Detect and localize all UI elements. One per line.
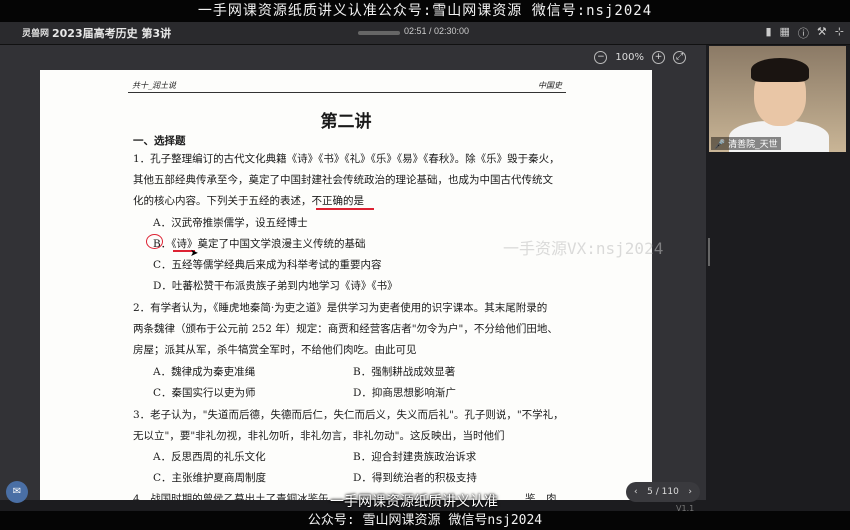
- fit-page-icon[interactable]: ⤢: [673, 51, 686, 64]
- section-heading: 一、选择题: [133, 135, 186, 147]
- window-controls: ▮ ▦ ⓘ ⚒ ⊹: [765, 25, 844, 41]
- watermark-text: 一手资源VX:nsj2024: [503, 239, 664, 258]
- title-bar: 灵兽网 2023届高考历史 第3讲 02:51 / 02:30:00 ▮ ▦ ⓘ…: [0, 22, 850, 45]
- zoom-level: 100%: [615, 52, 644, 63]
- prev-page-icon[interactable]: ‹: [634, 487, 638, 497]
- option-line: A．魏律成为秦吏准绳: [153, 366, 256, 378]
- camera-name-label: 🎤 清善院_天世: [711, 137, 781, 150]
- option-line: B．《诗》奠定了中国文学浪漫主义传统的基础: [153, 238, 366, 250]
- course-title: 2023届高考历史 第3讲: [52, 27, 172, 40]
- teacher-camera: 🎤 清善院_天世: [709, 46, 846, 152]
- mouse-cursor-icon: ➤: [190, 248, 199, 259]
- playback-progress[interactable]: [358, 31, 400, 35]
- zoom-in-icon[interactable]: +: [652, 51, 665, 64]
- tool-icon[interactable]: ⚒: [817, 25, 827, 41]
- right-sidebar: [706, 152, 850, 500]
- signal-icon: ▮: [765, 25, 772, 38]
- option-line: C．秦国实行以吏为师: [153, 387, 256, 399]
- question-line-tail: 鉴，肉: [525, 493, 557, 500]
- camera-name: 清善院_天世: [728, 140, 778, 150]
- question-line: 2．有学者认为，《睡虎地秦简·为吏之道》是供学习为吏者使用的识字课本。其末尾附录…: [133, 302, 548, 314]
- lecture-title: 第二讲: [320, 112, 372, 132]
- option-line: D．抑商思想影响渐广: [353, 387, 456, 399]
- page-header: 共十_润土说 中国史: [128, 78, 566, 93]
- next-page-icon[interactable]: ›: [688, 487, 692, 497]
- current-page: 5: [647, 487, 653, 497]
- page-header-left: 共十_润土说: [132, 81, 176, 90]
- option-line: A．汉武帝推崇儒学，设五经博士: [153, 217, 308, 229]
- page-indicator: 5 / 110: [647, 487, 679, 497]
- pin-icon[interactable]: ⊹: [835, 25, 844, 41]
- page-navigator: ‹ 5 / 110 ›: [626, 482, 700, 502]
- option-line: B．迎合封建贵族政治诉求: [353, 451, 477, 463]
- circle-annotation: [146, 234, 163, 249]
- option-line: A．反思西周的礼乐文化: [153, 451, 266, 463]
- document-page: 共十_润土说 中国史 第二讲 一、选择题 1．孔子整理编订的古代文化典籍《诗》《…: [40, 70, 652, 500]
- question-line: 两条魏律（颁布于公元前 252 年）规定：商贾和经营客店者"勿令为户"，不分给他…: [133, 323, 558, 335]
- question-line: 1．孔子整理编订的古代文化典籍《诗》《书》《礼》《乐》《易》《春秋》。除《乐》毁…: [133, 153, 560, 165]
- question-line: 其他五部经典传承至今，奠定了中国封建社会传统政治的理论基础，也成为中国古代传统文: [133, 174, 553, 186]
- option-line: B．强制耕战成效显著: [353, 366, 456, 378]
- zoom-out-icon[interactable]: −: [594, 51, 608, 64]
- chat-icon[interactable]: ✉: [6, 481, 28, 503]
- question-line: 化的核心内容。下列关于五经的表述，不正确的是: [133, 195, 364, 207]
- camera-figure-hair: [751, 58, 809, 82]
- grid-icon[interactable]: ▦: [780, 25, 790, 41]
- bottom-banner: 公众号: 雪山网课资源 微信号nsj2024: [0, 511, 850, 530]
- option-line: C．主张维护夏商周制度: [153, 472, 267, 484]
- top-banner: 一手网课资源纸质讲义认准公众号:雪山网课资源 微信号:nsj2024: [0, 0, 850, 22]
- question-line: 房屋；派其从军，杀牛犒赏全军时，不给他们肉吃。由此可见: [133, 344, 417, 356]
- question-line: 无以立"，要"非礼勿视，非礼勿听，非礼勿言，非礼勿动"。这反映出，当时他们: [133, 430, 505, 442]
- info-icon[interactable]: ⓘ: [798, 25, 809, 41]
- zoom-controls: − 100% + ⤢: [594, 51, 686, 64]
- app-logo: 灵兽网: [22, 29, 50, 39]
- playback-time: 02:51 / 02:30:00: [404, 26, 470, 36]
- option-line: D．吐蕃松赞干布派贵族子弟到内地学习《诗》《书》: [153, 280, 398, 292]
- sidebar-handle[interactable]: [708, 238, 710, 266]
- total-pages: / 110: [655, 487, 679, 497]
- overlay-caption: 一手网课资源纸质讲义认准: [330, 494, 498, 510]
- question-line: 4．战国时期的曾侯乙墓出土了青铜冰鉴缶，: [133, 493, 340, 500]
- page-header-right: 中国史: [538, 81, 562, 90]
- option-line: D．得到统治者的积极支持: [353, 472, 477, 484]
- document-stage: − 100% + ⤢ 共十_润土说 中国史 第二讲 一、选择题 1．孔子整理编订…: [0, 45, 706, 500]
- underline-mark: [316, 208, 374, 210]
- option-line: C．五经等儒学经典后来成为科举考试的重要内容: [153, 259, 382, 271]
- question-line: 3．老子认为，"失道而后德，失德而后仁，失仁而后义，失义而后礼"。孔子则说，"不…: [133, 409, 564, 421]
